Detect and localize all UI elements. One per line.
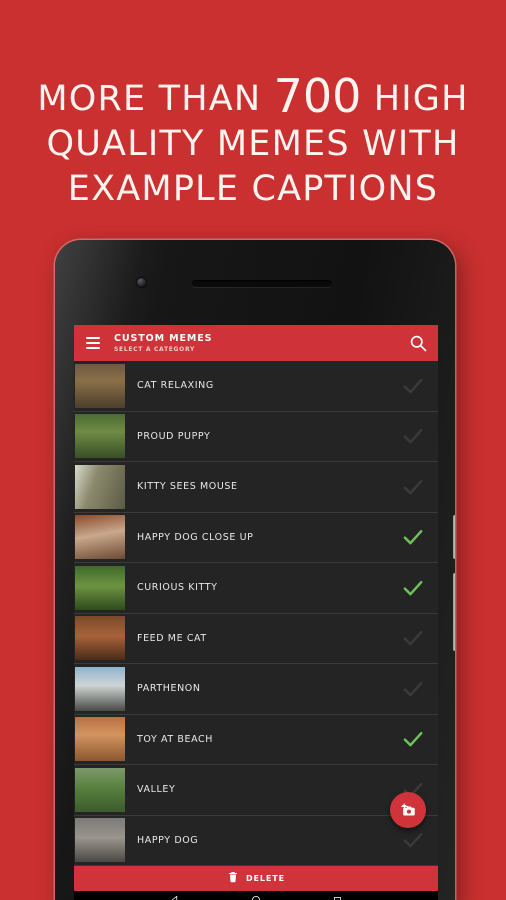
list-item-label: Feed Me Cat bbox=[137, 632, 207, 644]
promo-text-post: high bbox=[361, 79, 469, 119]
cat-relaxing-thumb bbox=[75, 363, 125, 408]
volume-button[interactable] bbox=[453, 573, 455, 651]
front-camera-icon bbox=[137, 278, 146, 287]
checkmark-selected-icon[interactable] bbox=[400, 575, 426, 601]
curious-kitty-thumb bbox=[75, 565, 125, 610]
list-item-label: Curious Kitty bbox=[137, 582, 218, 594]
add-photo-camera-icon[interactable] bbox=[390, 792, 426, 828]
app-bar: Custom Memes Select a category bbox=[74, 325, 438, 361]
delete-label: Delete bbox=[246, 874, 285, 883]
delete-bar[interactable]: Delete bbox=[74, 866, 438, 891]
recents-square-icon[interactable] bbox=[332, 893, 343, 900]
parthenon-thumb bbox=[75, 666, 125, 711]
list-item[interactable]: Feed Me Cat bbox=[74, 613, 438, 664]
list-item-label: Parthenon bbox=[137, 683, 201, 695]
list-item-label: Kitty Sees Mouse bbox=[137, 481, 238, 493]
earpiece-speaker-icon bbox=[192, 280, 332, 287]
list-item[interactable]: Happy Dog Close Up bbox=[74, 512, 438, 563]
proud-puppy-thumb bbox=[75, 414, 125, 459]
phone-screen: Custom Memes Select a category Cat Relax… bbox=[74, 325, 438, 891]
list-item-label: Happy Dog Close Up bbox=[137, 531, 254, 543]
list-item[interactable]: Parthenon bbox=[74, 664, 438, 715]
list-item[interactable]: Valley bbox=[74, 765, 438, 816]
checkmark-unselected-icon[interactable] bbox=[400, 676, 426, 702]
home-circle-icon[interactable] bbox=[250, 893, 262, 900]
checkmark-selected-icon[interactable] bbox=[400, 726, 426, 752]
happy-dog-close-up-thumb bbox=[75, 515, 125, 560]
search-icon[interactable] bbox=[408, 333, 428, 353]
list-item[interactable]: Toy At Beach bbox=[74, 714, 438, 765]
checkmark-unselected-icon[interactable] bbox=[400, 625, 426, 651]
list-item[interactable]: Happy Dog bbox=[74, 815, 438, 866]
android-nav-bar bbox=[74, 891, 438, 900]
hamburger-bar bbox=[86, 347, 100, 349]
happy-dog-thumb bbox=[75, 818, 125, 863]
feed-me-cat-thumb bbox=[75, 616, 125, 661]
back-triangle-icon[interactable] bbox=[169, 893, 181, 900]
list-item[interactable]: Cat Relaxing bbox=[74, 361, 438, 412]
valley-thumb bbox=[75, 767, 125, 812]
checkmark-unselected-icon[interactable] bbox=[400, 474, 426, 500]
list-item-label: Toy At Beach bbox=[137, 733, 213, 745]
kitty-sees-mouse-thumb bbox=[75, 464, 125, 509]
hamburger-bar bbox=[86, 337, 100, 339]
trash-icon bbox=[227, 870, 239, 888]
promo-headline-line-1: More than 700 high bbox=[28, 73, 478, 122]
list-item-label: Proud Puppy bbox=[137, 430, 211, 442]
list-item[interactable]: Kitty Sees Mouse bbox=[74, 462, 438, 513]
list-item-label: Happy Dog bbox=[137, 834, 199, 846]
list-item-label: Cat Relaxing bbox=[137, 380, 214, 392]
promo-headline-line-3: example captions bbox=[67, 169, 439, 209]
app-subtitle: Select a category bbox=[114, 346, 195, 353]
checkmark-unselected-icon[interactable] bbox=[400, 827, 426, 853]
hamburger-bar bbox=[86, 342, 100, 344]
list-item[interactable]: Curious Kitty bbox=[74, 563, 438, 614]
promo-text-pre: More than bbox=[37, 79, 274, 119]
checkmark-selected-icon[interactable] bbox=[400, 524, 426, 550]
checkmark-unselected-icon[interactable] bbox=[400, 373, 426, 399]
list-item-label: Valley bbox=[137, 784, 176, 796]
checkmark-unselected-icon[interactable] bbox=[400, 423, 426, 449]
app-bar-titles: Custom Memes Select a category bbox=[114, 333, 408, 353]
phone-mockup: Custom Memes Select a category Cat Relax… bbox=[55, 240, 455, 900]
promo-count: 700 bbox=[273, 69, 362, 123]
meme-category-list[interactable]: Cat Relaxing Proud Puppy Kitty Sees Mouse H… bbox=[74, 361, 438, 866]
hamburger-menu-icon[interactable] bbox=[86, 337, 100, 349]
promo-headline-line-2: quality memes with bbox=[46, 124, 460, 164]
list-item[interactable]: Proud Puppy bbox=[74, 411, 438, 462]
toy-at-beach-thumb bbox=[75, 717, 125, 762]
promo-headline: More than 700 high quality memes with ex… bbox=[0, 73, 506, 212]
app-title: Custom Memes bbox=[114, 333, 213, 344]
power-button[interactable] bbox=[453, 515, 455, 559]
